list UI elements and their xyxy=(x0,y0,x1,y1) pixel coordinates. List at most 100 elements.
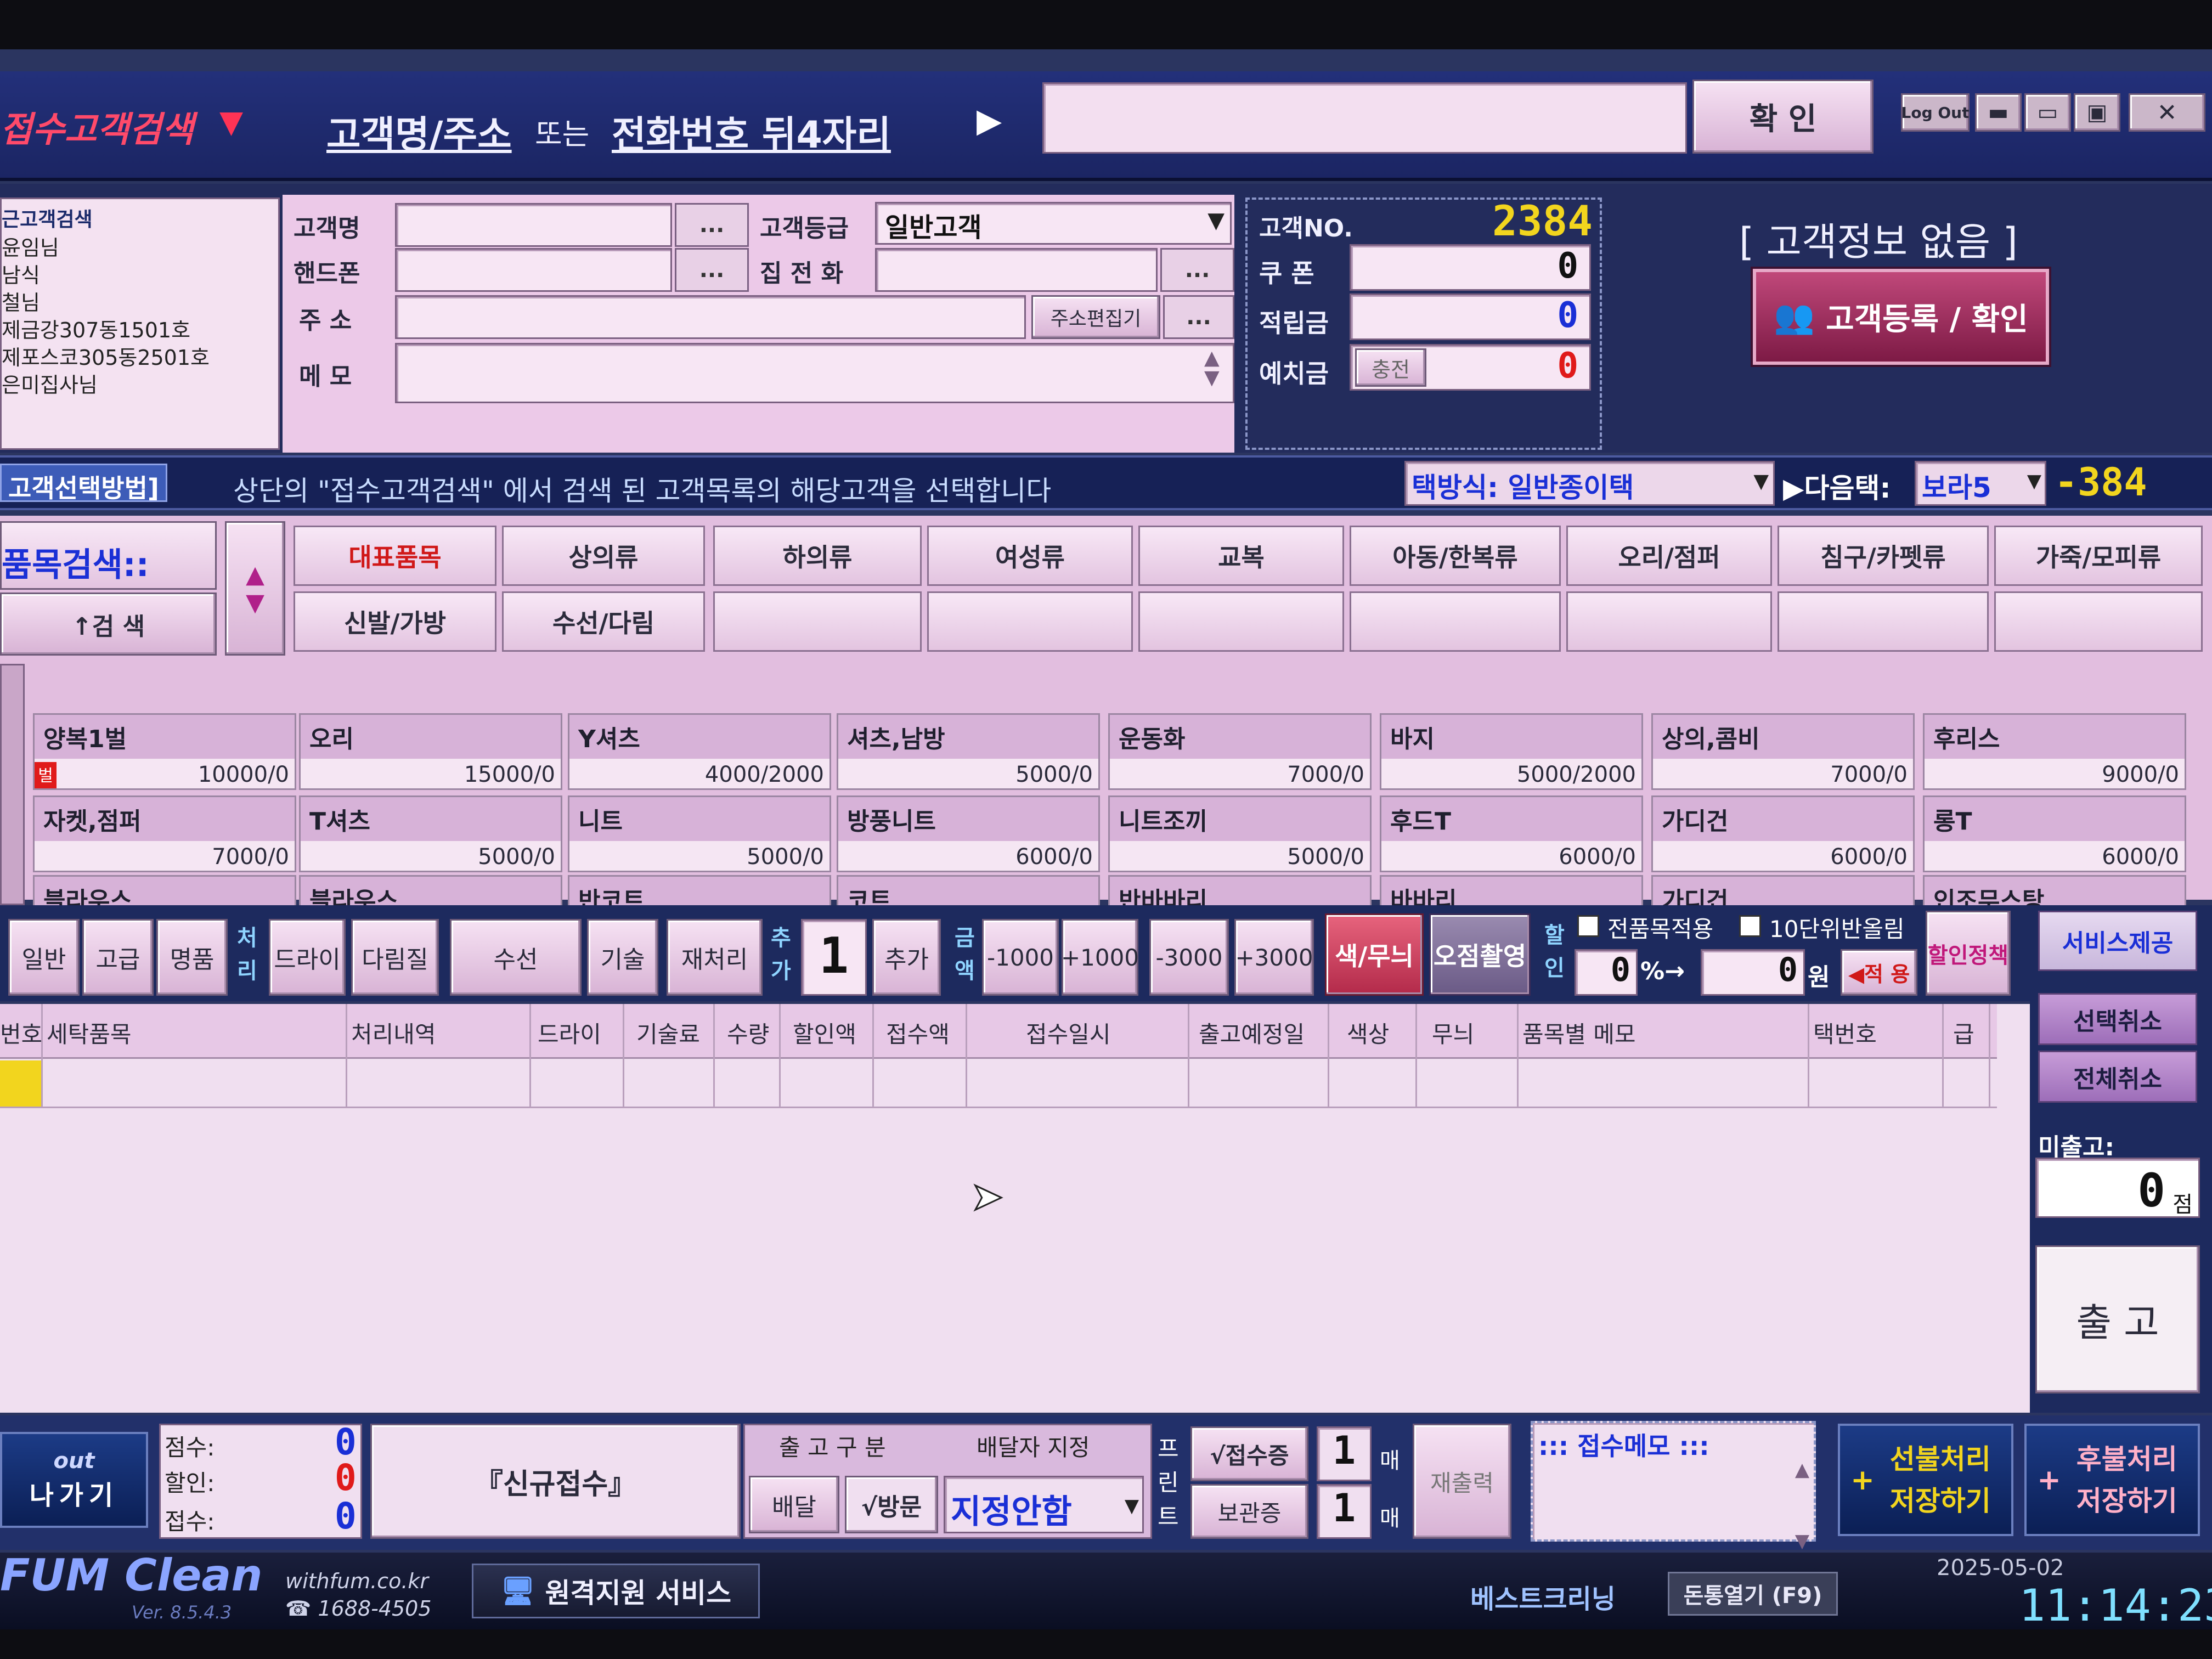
tab-category-empty[interactable] xyxy=(1138,591,1344,652)
list-item[interactable]: 은미집사님 xyxy=(2,368,98,398)
storage-qty[interactable]: 1 xyxy=(1317,1484,1372,1539)
item-button[interactable]: 양복1벌 10000/0 벌 xyxy=(33,713,296,790)
tab-category-empty[interactable] xyxy=(1350,591,1561,652)
item-button[interactable]: Y셔츠 4000/2000 xyxy=(568,713,831,790)
register-button[interactable]: 👥 고객등록 / 확인 xyxy=(1753,269,2049,365)
item-button[interactable]: T셔츠 5000/0 xyxy=(299,795,562,872)
tab-category-empty[interactable] xyxy=(1994,591,2203,652)
tab-category[interactable]: 상의류 xyxy=(502,526,705,586)
redo-button[interactable]: 재처리 xyxy=(667,919,763,996)
add-button[interactable]: 추가 xyxy=(872,919,941,996)
recent-customer-list[interactable]: 근고객검색 윤임님 남식 철님 제금강307동1501호 제포스코305동250… xyxy=(0,198,280,450)
item-button[interactable]: 후리스 9000/0 xyxy=(1923,713,2186,790)
list-item[interactable]: 철님 xyxy=(2,286,40,316)
iron-button[interactable]: 다림질 xyxy=(351,919,439,996)
grade-normal-button[interactable]: 일반 xyxy=(8,919,80,996)
search-input[interactable] xyxy=(1042,82,1687,154)
amount-minus-1000-button[interactable]: -1000 xyxy=(982,919,1059,996)
quantity-input[interactable]: 1 xyxy=(801,919,867,996)
service-button[interactable]: 서비스제공 xyxy=(2038,911,2197,971)
discount-percent-input[interactable]: 0 xyxy=(1575,949,1638,996)
col-header[interactable]: 접수일시 xyxy=(1026,1016,1111,1049)
col-header[interactable]: 무늬 xyxy=(1432,1016,1474,1049)
row-number-cell[interactable] xyxy=(0,1060,41,1107)
list-item[interactable]: 제포스코305동2501호 xyxy=(2,341,210,371)
tab-category-empty[interactable] xyxy=(1566,591,1772,652)
item-button[interactable]: 오리 15000/0 xyxy=(299,713,562,790)
tag-method-select[interactable]: 택방식: 일반종이택 ▼ xyxy=(1404,461,1775,506)
table-row[interactable] xyxy=(0,1059,1997,1108)
reprint-button[interactable]: 재출력 xyxy=(1413,1424,1511,1539)
grade-high-button[interactable]: 고급 xyxy=(82,919,154,996)
item-button[interactable]: 가디건 6000/0 xyxy=(1651,795,1915,872)
col-header[interactable]: 급 xyxy=(1953,1016,1974,1049)
col-header[interactable]: 번호 xyxy=(0,1016,42,1049)
home-phone-input[interactable] xyxy=(875,248,1158,292)
col-header[interactable]: 접수액 xyxy=(886,1016,950,1049)
prepay-save-button[interactable]: + 선불처리 저장하기 xyxy=(1838,1424,2013,1536)
cash-drawer-button[interactable]: 돈통열기 (F9) xyxy=(1668,1572,1838,1616)
amount-plus-1000-button[interactable]: +1000 xyxy=(1061,919,1139,996)
cancel-selected-button[interactable]: 선택취소 xyxy=(2038,993,2197,1045)
tech-button[interactable]: 기술 xyxy=(587,919,658,996)
col-header[interactable]: 출고예정일 xyxy=(1199,1016,1305,1049)
item-button[interactable]: 후드T 6000/0 xyxy=(1380,795,1643,872)
address-input[interactable] xyxy=(395,295,1026,339)
col-header[interactable]: 드라이 xyxy=(538,1016,601,1049)
tab-category[interactable]: 하의류 xyxy=(713,526,922,586)
item-button[interactable]: 자켓,점퍼 7000/0 xyxy=(33,795,296,872)
discount-won-input[interactable]: 0 xyxy=(1701,949,1805,996)
delivery-button[interactable]: 배달 xyxy=(749,1476,839,1533)
phone-search-button[interactable]: ... xyxy=(675,248,749,292)
phone-input[interactable] xyxy=(395,248,672,292)
tab-category[interactable]: 대표품목 xyxy=(294,526,496,586)
item-grid-scroll[interactable] xyxy=(0,664,25,905)
receipt-qty[interactable]: 1 xyxy=(1317,1426,1372,1481)
tab-category[interactable]: 아동/한복류 xyxy=(1350,526,1561,586)
col-header[interactable]: 품목별 메모 xyxy=(1522,1016,1636,1049)
deliverer-select[interactable]: 지정안함 ▼ xyxy=(944,1476,1144,1533)
home-phone-search-button[interactable]: ... xyxy=(1160,248,1234,292)
col-header[interactable]: 세탁품목 xyxy=(47,1016,132,1049)
tab-category[interactable]: 오리/점퍼 xyxy=(1566,526,1772,586)
remote-support-button[interactable]: 🖥 원격지원 서비스 xyxy=(472,1564,760,1618)
col-header[interactable]: 색상 xyxy=(1347,1016,1389,1049)
confirm-button[interactable]: 확 인 xyxy=(1692,80,1874,154)
col-header[interactable]: 할인액 xyxy=(793,1016,856,1049)
dropdown-arrow-icon[interactable]: ▼ xyxy=(219,104,243,140)
memo-input[interactable] xyxy=(395,343,1234,403)
next-tag-select[interactable]: 보라5 ▼ xyxy=(1915,461,2046,506)
tab-category-empty[interactable] xyxy=(927,591,1133,652)
apply-discount-button[interactable]: ◀적 용 xyxy=(1841,949,1917,996)
grade-select[interactable]: 일반고객 ▼ xyxy=(875,202,1232,245)
item-search-button[interactable]: ↑검 색 xyxy=(0,592,217,656)
item-button[interactable]: 셔츠,남방 5000/0 xyxy=(837,713,1100,790)
color-pattern-button[interactable]: 색/무늬 xyxy=(1325,913,1424,996)
col-header[interactable]: 수량 xyxy=(727,1016,769,1049)
logout-button[interactable]: Log Out xyxy=(1901,93,1970,132)
minimize-icon[interactable]: ▬ xyxy=(1975,93,2022,132)
grade-luxury-button[interactable]: 명품 xyxy=(156,919,228,996)
new-receive-button[interactable]: 『신규접수』 xyxy=(370,1424,741,1539)
repair-button[interactable]: 수선 xyxy=(450,919,582,996)
tab-category-empty[interactable] xyxy=(1778,591,1989,652)
cancel-all-button[interactable]: 전체취소 xyxy=(2038,1051,2197,1103)
exit-button[interactable]: out 나가기 xyxy=(0,1432,148,1528)
tab-category-empty[interactable] xyxy=(713,591,922,652)
visit-button[interactable]: √방문 xyxy=(845,1476,938,1533)
amount-minus-3000-button[interactable]: -3000 xyxy=(1149,919,1229,996)
item-button[interactable]: 바지 5000/2000 xyxy=(1380,713,1643,790)
dry-button[interactable]: 드라이 xyxy=(269,919,346,996)
tab-category[interactable]: 수선/다림 xyxy=(502,591,705,652)
close-icon[interactable]: ✕ xyxy=(2129,93,2205,132)
tab-category[interactable]: 침구/카펫류 xyxy=(1778,526,1989,586)
postpay-save-button[interactable]: + 후불처리 저장하기 xyxy=(2024,1424,2200,1536)
round10-checkbox[interactable] xyxy=(1739,915,1761,937)
receipt-button[interactable]: √접수증 xyxy=(1190,1426,1308,1481)
col-header[interactable]: 택번호 xyxy=(1813,1016,1877,1049)
restore-icon[interactable]: ▭ xyxy=(2024,93,2071,132)
tab-category[interactable]: 신발/가방 xyxy=(294,591,496,652)
stain-photo-button[interactable]: 오점촬영 xyxy=(1429,913,1531,996)
address-edit-button[interactable]: 주소편집기 xyxy=(1031,295,1160,339)
col-header[interactable]: 처리내역 xyxy=(351,1016,436,1049)
